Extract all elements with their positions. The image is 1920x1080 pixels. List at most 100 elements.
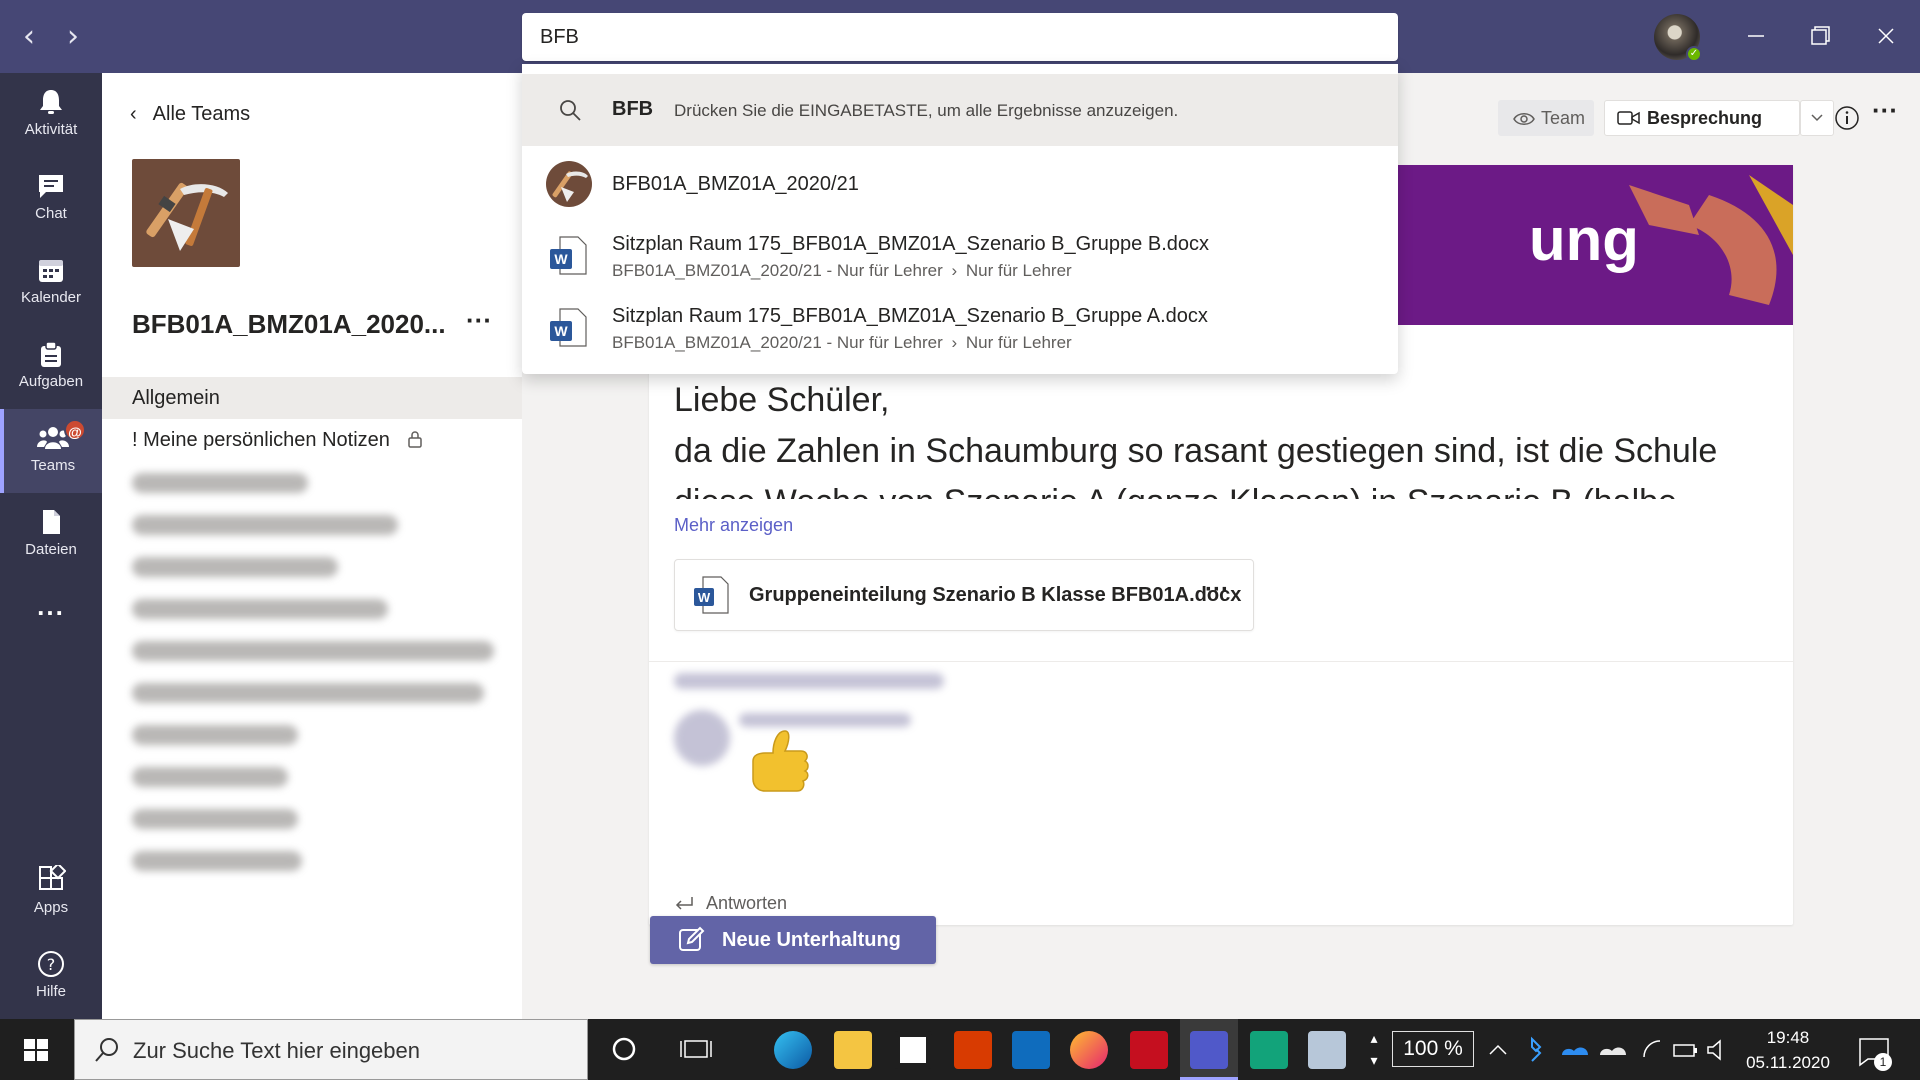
cortana-icon[interactable] xyxy=(604,1029,644,1069)
rail-item-calendar[interactable]: Kalender xyxy=(0,241,102,325)
search-dropdown: BFB Drücken Sie die EINGABETASTE, um all… xyxy=(522,64,1398,374)
video-camera-icon xyxy=(1617,111,1640,125)
thumbs-up-icon xyxy=(752,730,809,792)
channel-pane: ‹ Alle Teams BFB01A_BMZ01A_2020... ··· Al… xyxy=(102,73,522,1019)
attachment-name: Gruppeneinteilung Szenario B Klasse BFB0… xyxy=(749,584,1242,606)
firefox-icon[interactable] xyxy=(1070,1031,1108,1069)
blurred-channel[interactable] xyxy=(132,809,298,829)
blurred-channel[interactable] xyxy=(132,515,398,535)
blurred-channel[interactable] xyxy=(132,599,388,619)
clock[interactable]: 19:48 05.11.2020 xyxy=(1738,1025,1838,1075)
blurred-channel[interactable] xyxy=(132,767,288,787)
scroll-arrows-icon[interactable]: ▴ ▾ xyxy=(1364,1027,1384,1071)
eye-icon xyxy=(1513,113,1535,125)
apps-icon xyxy=(39,865,66,890)
blurred-reply-author xyxy=(674,673,944,689)
windows-start-icon[interactable] xyxy=(0,1019,74,1080)
new-conversation-button[interactable]: Neue Unterhaltung xyxy=(650,916,936,964)
title-bar: ‹ › ✓ xyxy=(0,0,1920,73)
post-body: Liebe Schüler, da die Zahlen in Schaumbu… xyxy=(674,381,1718,499)
windows-taskbar: Zur Suche Text hier eingeben ▴ ▾ 100 % 19… xyxy=(0,1019,1920,1080)
team-logo xyxy=(132,159,240,267)
teams-app-icon xyxy=(1190,1031,1228,1069)
files-icon xyxy=(43,510,60,534)
team-more-options-icon[interactable]: ··· xyxy=(466,305,492,336)
info-icon[interactable] xyxy=(1778,105,1859,131)
calendar-icon xyxy=(39,260,63,282)
reply-arrow-icon xyxy=(675,897,693,910)
store-icon[interactable] xyxy=(894,1031,932,1069)
meeting-button[interactable]: Besprechung xyxy=(1604,100,1800,136)
attachment-card[interactable]: W Gruppeneinteilung Szenario B Klasse BF… xyxy=(674,559,1254,631)
blurred-channel[interactable] xyxy=(132,851,302,871)
search-input[interactable] xyxy=(522,13,1398,61)
blurred-channel[interactable] xyxy=(132,683,484,703)
search-result-file[interactable]: W Sitzplan Raum 175_BFB01A_BMZ01A_Szenar… xyxy=(522,221,1398,291)
blurred-channel[interactable] xyxy=(132,473,308,493)
search-box[interactable] xyxy=(522,13,1398,61)
rail-item-help[interactable]: ? Hilfe xyxy=(0,935,102,1019)
rail-item-assignments[interactable]: Aufgaben xyxy=(0,325,102,409)
zoom-indicator[interactable]: 100 % xyxy=(1392,1031,1474,1067)
search-icon xyxy=(95,1038,118,1062)
restore-icon[interactable] xyxy=(1798,16,1842,56)
all-teams-link[interactable]: ‹ Alle Teams xyxy=(130,103,250,126)
teams-taskbar-button[interactable] xyxy=(1180,1019,1238,1080)
app-icon[interactable] xyxy=(1308,1031,1346,1069)
rail-item-more[interactable]: ... xyxy=(0,577,102,637)
meeting-dropdown-button[interactable] xyxy=(1800,100,1834,136)
chevron-left-icon: ‹ xyxy=(130,103,137,125)
chevron-down-icon xyxy=(1811,114,1823,122)
outlook-icon[interactable] xyxy=(1012,1031,1050,1069)
svg-text:W: W xyxy=(554,251,568,267)
bell-icon xyxy=(40,90,62,114)
word-file-icon: W xyxy=(550,236,587,275)
forward-arrow-icon[interactable]: › xyxy=(58,22,88,52)
office-icon[interactable] xyxy=(954,1031,992,1069)
file-explorer-icon[interactable] xyxy=(834,1031,872,1069)
header-more-icon[interactable]: ··· xyxy=(1872,95,1898,126)
mention-badge: @ xyxy=(64,419,86,441)
channel-item-general[interactable]: Allgemein xyxy=(102,377,522,419)
taskbar-search[interactable]: Zur Suche Text hier eingeben xyxy=(74,1019,588,1080)
search-all-results-row[interactable]: BFB Drücken Sie die EINGABETASTE, um all… xyxy=(522,74,1398,146)
save-app-icon[interactable] xyxy=(1130,1031,1168,1069)
help-icon: ? xyxy=(38,951,64,977)
blurred-channel[interactable] xyxy=(132,725,298,745)
back-arrow-icon[interactable]: ‹ xyxy=(14,22,44,52)
minimize-icon[interactable] xyxy=(1734,16,1778,56)
rail-item-apps[interactable]: Apps xyxy=(0,851,102,935)
blurred-avatar xyxy=(674,710,730,766)
system-tray[interactable] xyxy=(1480,1019,1780,1080)
notification-center-icon[interactable]: 1 xyxy=(1854,1031,1894,1071)
chevron-right-icon: › xyxy=(951,261,958,280)
close-icon[interactable] xyxy=(1864,16,1908,56)
rail-item-chat[interactable]: Chat xyxy=(0,157,102,241)
word-file-icon: W xyxy=(694,576,729,614)
notification-badge: 1 xyxy=(1874,1053,1892,1071)
team-button[interactable]: Team xyxy=(1498,100,1594,136)
reply-button[interactable]: Antworten xyxy=(674,893,787,914)
divider xyxy=(649,661,1793,662)
blurred-channel[interactable] xyxy=(132,557,338,577)
blurred-channel[interactable] xyxy=(132,641,494,661)
word-file-icon: W xyxy=(550,308,587,347)
edge-icon[interactable] xyxy=(774,1031,812,1069)
rail-item-activity[interactable]: Aktivität xyxy=(0,73,102,157)
rail-item-teams[interactable]: Teams @ xyxy=(0,409,102,493)
assignments-icon xyxy=(41,341,61,367)
attachment-more-icon[interactable]: ··· xyxy=(1205,576,1229,604)
search-icon xyxy=(560,100,581,121)
show-more-link[interactable]: Mehr anzeigen xyxy=(674,515,793,536)
search-result-file[interactable]: W Sitzplan Raum 175_BFB01A_BMZ01A_Szenar… xyxy=(522,293,1398,363)
search-result-team[interactable]: BFB01A_BMZ01A_2020/21 xyxy=(522,149,1398,219)
app-icon[interactable] xyxy=(1250,1031,1288,1069)
compose-icon xyxy=(679,926,705,951)
task-view-icon[interactable] xyxy=(676,1029,716,1069)
chevron-right-icon: › xyxy=(951,333,958,352)
team-avatar xyxy=(546,161,592,207)
app-rail: Aktivität Chat Kalender Aufgaben Teams @… xyxy=(0,73,102,1019)
rail-item-files[interactable]: Dateien xyxy=(0,493,102,577)
channel-item-notes[interactable]: ! Meine persönlichen Notizen xyxy=(102,419,522,461)
team-name: BFB01A_BMZ01A_2020... xyxy=(132,309,446,339)
